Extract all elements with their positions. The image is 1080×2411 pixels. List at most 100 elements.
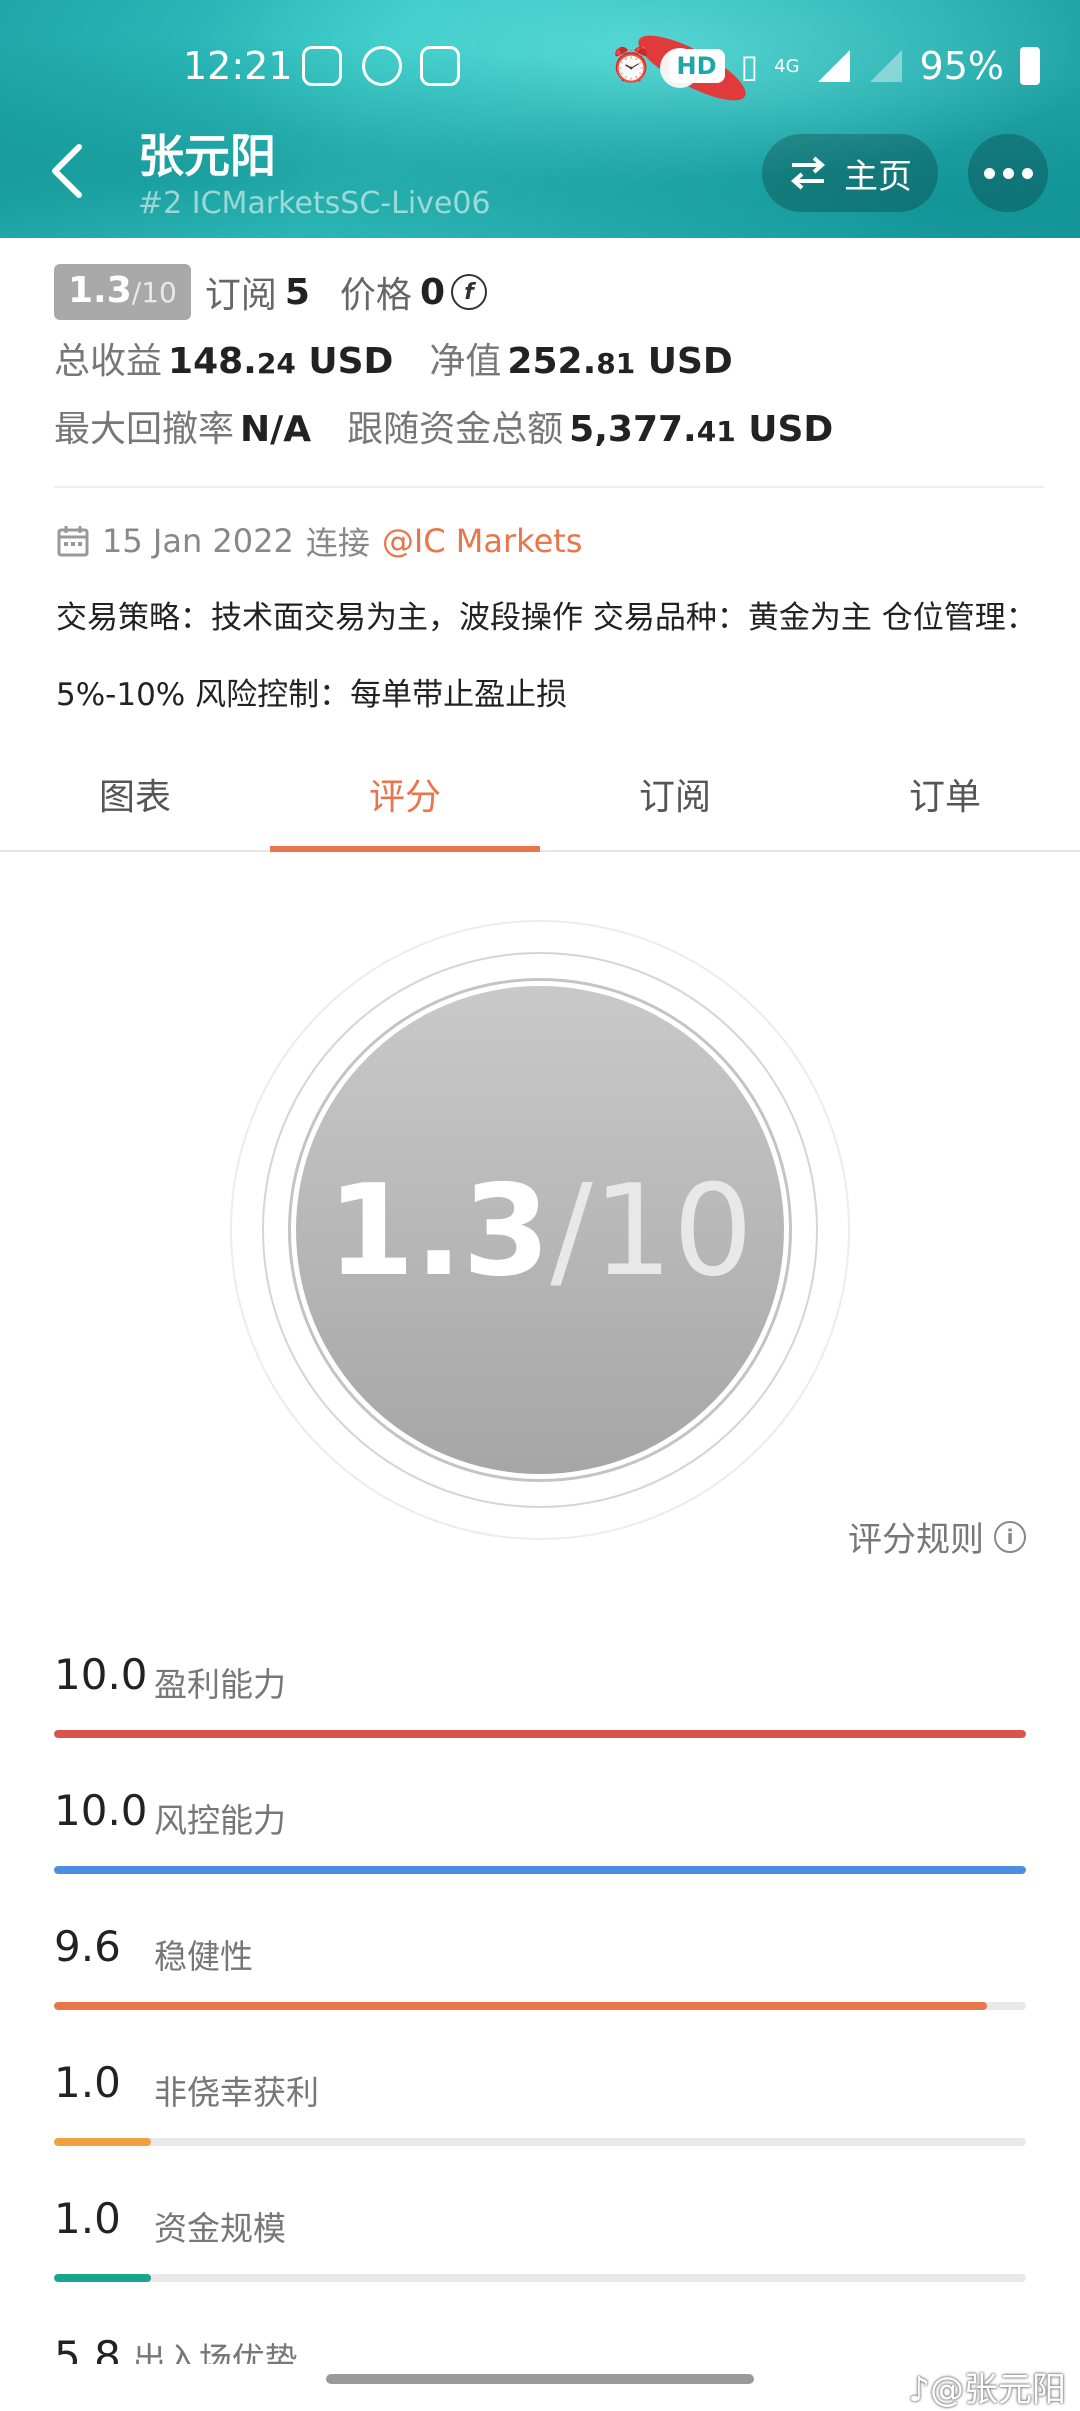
profit-row: 总收益 148.24 USD 净值 252.81 USD	[54, 332, 1044, 388]
app-notification-icon	[302, 46, 342, 86]
info-icon: i	[994, 1520, 1026, 1553]
score-rules-label: 评分规则	[848, 1520, 984, 1560]
tab-chart[interactable]: 图表	[0, 760, 270, 850]
score-row: 1.3 /10 订阅 5 价格 0 f	[54, 264, 1044, 320]
back-button[interactable]	[42, 136, 92, 206]
metric-label: 非侥幸获利	[154, 2073, 319, 2112]
metric-label: 资金规模	[154, 2209, 286, 2248]
home-button-label: 主页	[844, 156, 912, 197]
max-drawdown-label: 最大回撤率	[54, 409, 235, 450]
follow-funds-int: 5,377.	[569, 409, 697, 450]
price-label: 价格	[339, 275, 412, 316]
score-badge-value: 1.3	[68, 270, 132, 311]
watermark: ♪@张元阳	[908, 2370, 1066, 2410]
home-button[interactable]: 主页	[762, 134, 938, 212]
coin-icon: f	[451, 274, 487, 310]
metric-label: 风控能力	[154, 1801, 286, 1840]
drawdown-row: 最大回撤率 N/A 跟随资金总额 5,377.41 USD	[54, 400, 1044, 456]
swap-icon	[790, 156, 826, 190]
status-bar: 12:21 ⏰ HD ▯ 4G 95%	[0, 40, 1080, 96]
metric-track	[54, 1866, 1026, 1874]
header: 12:21 ⏰ HD ▯ 4G 95% 张元阳 #2 ICMarketsSC-L…	[0, 0, 1080, 238]
chevron-left-icon	[52, 144, 82, 198]
tab-bar: 图表 评分 订阅 订单	[0, 760, 1080, 852]
metric-fill	[54, 2002, 988, 2010]
metric-label: 出入场优势	[132, 2340, 298, 2364]
metric-fill	[54, 2138, 152, 2146]
tab-orders[interactable]: 订单	[810, 760, 1080, 850]
equity-label: 净值	[429, 341, 502, 382]
metric-value: 1.0	[54, 2194, 121, 2243]
metric-track	[54, 2002, 1026, 2010]
metric-value: 1.0	[54, 2058, 121, 2107]
metric-track	[54, 1730, 1026, 1738]
metric-value: 9.6	[54, 1922, 121, 1971]
total-profit-value: 148.24 USD	[168, 341, 393, 382]
calendar-icon	[57, 526, 89, 557]
more-button[interactable]	[968, 134, 1048, 212]
metric-fill	[54, 1730, 1026, 1738]
metric-track	[54, 2274, 1026, 2282]
status-icons: ⏰ HD ▯ 4G 95%	[610, 44, 1040, 88]
broker-link[interactable]: @IC Markets	[382, 522, 583, 560]
metric-row: 9.6 稳健性	[54, 1922, 1026, 2058]
metric-value: 5.8	[54, 2332, 121, 2364]
gesture-bar[interactable]	[326, 2374, 754, 2384]
score-badge: 1.3 /10	[54, 264, 191, 320]
more-dot-icon	[1002, 167, 1014, 179]
equity-int: 252.	[507, 341, 597, 382]
signal-empty-icon	[869, 50, 902, 82]
status-time: 12:21	[183, 44, 293, 88]
battery-icon	[1020, 47, 1040, 85]
metric-label: 盈利能力	[154, 1665, 286, 1704]
metric-value: 10.0	[54, 1786, 148, 1835]
subscribe-label: 订阅	[204, 275, 277, 316]
more-dot-icon	[983, 167, 995, 179]
metric-row-partial: 5.8 出入场优势	[54, 2332, 298, 2364]
location-icon	[362, 46, 402, 86]
metric-row: 10.0 盈利能力	[54, 1650, 1026, 1786]
total-profit-unit: USD	[308, 341, 394, 382]
tab-subscribe[interactable]: 订阅	[540, 760, 810, 850]
app-notification-icon	[420, 46, 460, 86]
network-label: 4G	[774, 55, 800, 77]
strategy-description: 交易策略：技术面交易为主，波段操作 交易品种：黄金为主 仓位管理：5%-10% …	[56, 600, 1037, 713]
trader-server: #2 ICMarketsSC-Live06	[138, 186, 491, 221]
score-metrics: 10.0 盈利能力 10.0 风控能力 9.6 稳健性 1.0 非侥幸获利 1.…	[54, 1650, 1026, 2330]
follow-funds-label: 跟随资金总额	[347, 409, 564, 450]
total-profit-dec: 24	[256, 347, 296, 380]
max-drawdown-value: N/A	[240, 409, 312, 450]
alarm-icon: ⏰	[610, 46, 653, 86]
hd-badge: HD	[668, 49, 725, 83]
score-disc: 1.3/10	[296, 986, 784, 1474]
metric-value: 10.0	[54, 1650, 148, 1699]
follow-funds-value: 5,377.41 USD	[569, 409, 833, 450]
tab-score[interactable]: 评分	[270, 760, 540, 852]
more-dot-icon	[1021, 167, 1033, 179]
score-badge-max: /10	[131, 276, 177, 309]
follow-funds-unit: USD	[748, 409, 834, 450]
battery-percent: 95%	[919, 44, 1004, 88]
subscribe-count: 5	[284, 271, 310, 313]
metric-row: 1.0 非侥幸获利	[54, 2058, 1026, 2194]
total-profit-int: 148.	[168, 341, 257, 382]
follow-funds-dec: 41	[696, 415, 736, 448]
metric-fill	[54, 2274, 152, 2282]
trader-name: 张元阳	[138, 129, 276, 183]
equity-value: 252.81 USD	[507, 341, 732, 382]
score-value: 1.3	[327, 1156, 551, 1304]
equity-dec: 81	[596, 347, 636, 380]
score-circle-area: 1.3/10	[0, 852, 1080, 1552]
metric-row: 1.0 资金规模	[54, 2194, 1026, 2330]
divider	[54, 486, 1044, 488]
metric-fill	[54, 1866, 1026, 1874]
price-value: 0	[419, 271, 445, 313]
connect-label: 连接	[305, 524, 370, 562]
signal-icon	[817, 50, 850, 82]
trader-summary: 1.3 /10 订阅 5 价格 0 f 总收益 148.24 USD 净值 25…	[54, 264, 1044, 456]
connection-row: 15 Jan 2022 连接 @IC Markets	[56, 518, 582, 564]
equity-unit: USD	[647, 341, 733, 382]
score-rules-link[interactable]: 评分规则 i	[848, 1512, 1026, 1561]
metric-row: 10.0 风控能力	[54, 1786, 1026, 1922]
score-max: /10	[550, 1156, 753, 1304]
